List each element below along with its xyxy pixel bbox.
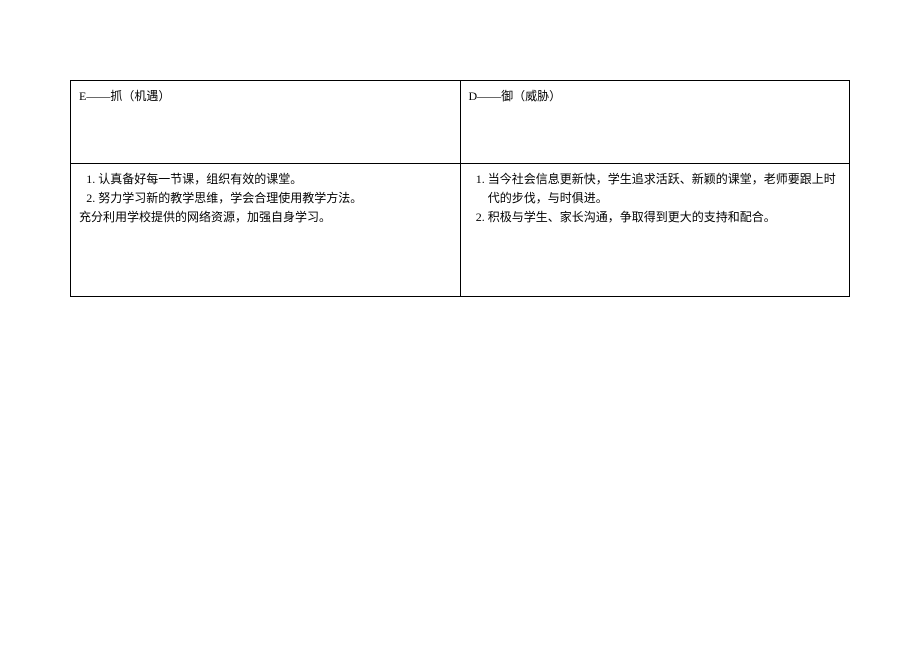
header-cell-opportunity: E——抓（机遇） <box>71 81 461 164</box>
list-item: 当今社会信息更新快，学生追求活跃、新颖的课堂，老师要跟上时代的步伐，与时俱进。 <box>488 170 841 208</box>
list-item: 努力学习新的教学思维，学会合理使用教学方法。 <box>98 189 451 208</box>
threat-list: 当今社会信息更新快，学生追求活跃、新颖的课堂，老师要跟上时代的步伐，与时俱进。 … <box>469 170 842 228</box>
document-page: E——抓（机遇） D——御（威胁） 认真备好每一节课，组织有效的课堂。 努力学习… <box>0 0 920 297</box>
opportunity-extra-text: 充分利用学校提供的网络资源，加强自身学习。 <box>79 208 452 227</box>
table-body-row: 认真备好每一节课，组织有效的课堂。 努力学习新的教学思维，学会合理使用教学方法。… <box>71 164 850 297</box>
list-item: 认真备好每一节课，组织有效的课堂。 <box>98 170 451 189</box>
list-item: 积极与学生、家长沟通，争取得到更大的支持和配合。 <box>488 208 841 227</box>
header-label-right: D——御（威胁） <box>469 89 562 103</box>
opportunity-list: 认真备好每一节课，组织有效的课堂。 努力学习新的教学思维，学会合理使用教学方法。 <box>79 170 452 208</box>
header-label-left: E——抓（机遇） <box>79 89 170 103</box>
body-cell-threat: 当今社会信息更新快，学生追求活跃、新颖的课堂，老师要跟上时代的步伐，与时俱进。 … <box>460 164 850 297</box>
table-header-row: E——抓（机遇） D——御（威胁） <box>71 81 850 164</box>
body-cell-opportunity: 认真备好每一节课，组织有效的课堂。 努力学习新的教学思维，学会合理使用教学方法。… <box>71 164 461 297</box>
swot-table: E——抓（机遇） D——御（威胁） 认真备好每一节课，组织有效的课堂。 努力学习… <box>70 80 850 297</box>
header-cell-threat: D——御（威胁） <box>460 81 850 164</box>
